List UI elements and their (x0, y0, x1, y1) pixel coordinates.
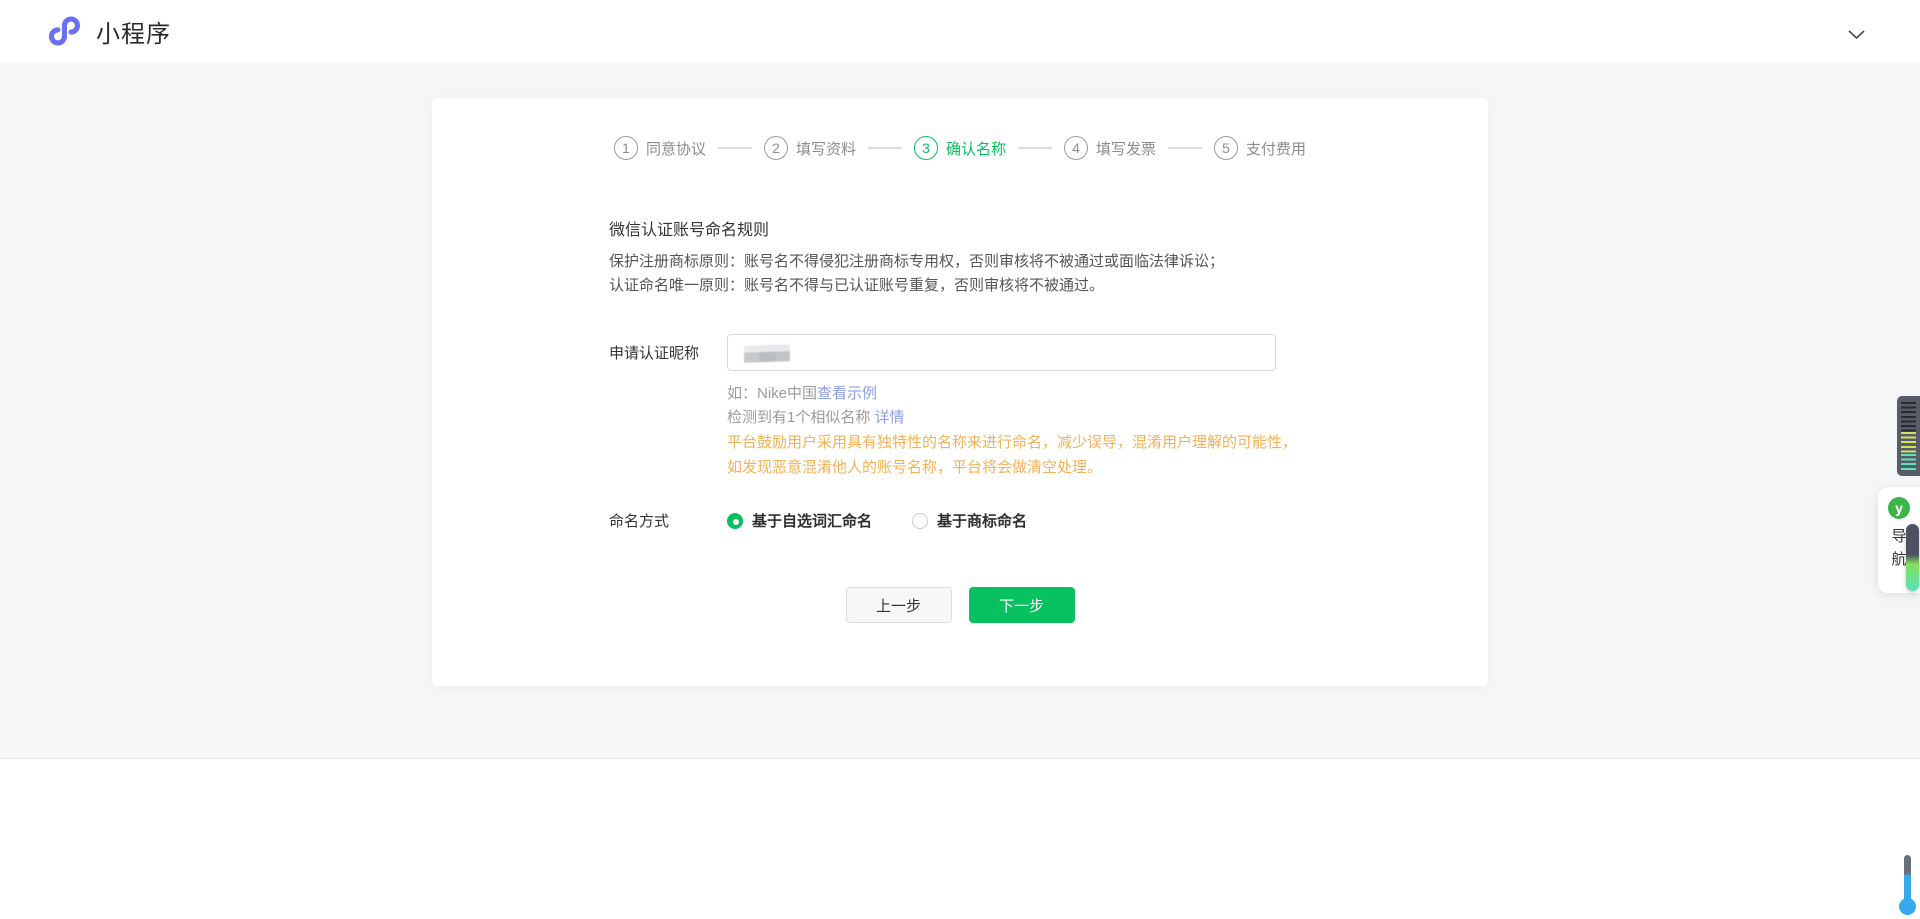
step-number: 1 (614, 136, 638, 160)
nav-scrollbar-handle[interactable] (1906, 524, 1919, 591)
step-invoice: 4 填写发票 (1064, 136, 1156, 160)
naming-method-group: 基于自选词汇命名 基于商标命名 (727, 510, 1027, 531)
nav-helper-icon: y (1888, 497, 1910, 519)
nickname-hints: 如：Nike中国查看示例 检测到有1个相似名称 详情 平台鼓励用户采用具有独特性… (432, 382, 1488, 480)
naming-method-row: 命名方式 基于自选词汇命名 基于商标命名 (432, 510, 1488, 531)
verification-card: 1 同意协议 2 填写资料 3 确认名称 4 填写发票 5 支付费用 (432, 98, 1488, 686)
step-confirm-name: 3 确认名称 (914, 136, 1006, 160)
chevron-down-icon (1848, 30, 1865, 40)
naming-method-label: 命名方式 (609, 510, 727, 531)
step-fill-info: 2 填写资料 (764, 136, 856, 160)
minimap-dark-stripes (1901, 402, 1916, 432)
account-dropdown-toggle[interactable] (1848, 27, 1865, 45)
stepper: 1 同意协议 2 填写资料 3 确认名称 4 填写发票 5 支付费用 (432, 136, 1488, 160)
minimap-teal-stripes (1901, 454, 1916, 470)
thermometer-stem-icon (1904, 855, 1911, 901)
next-step-button[interactable]: 下一步 (969, 587, 1075, 623)
step-connector (1018, 147, 1052, 149)
radio-label: 基于自选词汇命名 (752, 510, 872, 531)
nickname-label: 申请认证昵称 (609, 342, 727, 363)
scroll-thermometer-widget[interactable] (1898, 855, 1916, 915)
warning-line-2: 如发现恶意混淆他人的账号名称，平台将会做清空处理。 (727, 455, 1488, 480)
thermometer-bulb-icon (1899, 898, 1916, 915)
nickname-input[interactable] (727, 334, 1276, 371)
rules-line-unique: 认证命名唯一原则：账号名不得与已认证账号重复，否则审核将不被通过。 (609, 274, 1488, 298)
miniprogram-home-link[interactable]: 小程序 (45, 12, 171, 50)
similar-name-text: 检测到有1个相似名称 (727, 409, 875, 426)
radio-label: 基于商标命名 (937, 510, 1027, 531)
radio-custom-words[interactable]: 基于自选词汇命名 (727, 510, 872, 531)
radio-trademark[interactable]: 基于商标命名 (912, 510, 1027, 531)
step-connector (868, 147, 902, 149)
main-area: 1 同意协议 2 填写资料 3 确认名称 4 填写发票 5 支付费用 (0, 62, 1920, 758)
miniprogram-logo-icon (45, 12, 83, 50)
nickname-redacted-value (744, 344, 790, 363)
nickname-row: 申请认证昵称 (432, 334, 1488, 371)
rules-heading: 微信认证账号命名规则 (609, 216, 1488, 240)
step-agree: 1 同意协议 (614, 136, 706, 160)
step-number: 3 (914, 136, 938, 160)
action-buttons: 上一步 下一步 (432, 587, 1488, 623)
step-number: 4 (1064, 136, 1088, 160)
prev-step-button[interactable]: 上一步 (846, 587, 952, 623)
step-number: 2 (764, 136, 788, 160)
step-number: 5 (1214, 136, 1238, 160)
radio-selected-icon (727, 513, 743, 529)
rules-line-trademark: 保护注册商标原则：账号名不得侵犯注册商标专用权，否则审核将不被通过或面临法律诉讼… (609, 250, 1488, 274)
step-connector (718, 147, 752, 149)
minimap-lime-stripes (1901, 432, 1916, 454)
naming-rules-section: 微信认证账号命名规则 保护注册商标原则：账号名不得侵犯注册商标专用权，否则审核将… (432, 216, 1488, 298)
example-hint-text: 如：Nike中国 (727, 385, 817, 402)
step-pay: 5 支付费用 (1214, 136, 1306, 160)
header: 小程序 (0, 0, 1920, 62)
step-connector (1168, 147, 1202, 149)
step-label: 支付费用 (1246, 138, 1306, 159)
warning-line-1: 平台鼓励用户采用具有独特性的名称来进行命名，减少误导，混淆用户理解的可能性， (727, 430, 1488, 455)
step-label: 同意协议 (646, 138, 706, 159)
minimap-scroll-widget[interactable] (1897, 396, 1920, 476)
radio-unselected-icon (912, 513, 928, 529)
step-label: 确认名称 (946, 138, 1006, 159)
footer (0, 758, 1920, 919)
step-label: 填写资料 (796, 138, 856, 159)
view-example-link[interactable]: 查看示例 (817, 385, 877, 402)
step-label: 填写发票 (1096, 138, 1156, 159)
page-title: 小程序 (96, 14, 171, 49)
similar-detail-link[interactable]: 详情 (875, 409, 905, 426)
